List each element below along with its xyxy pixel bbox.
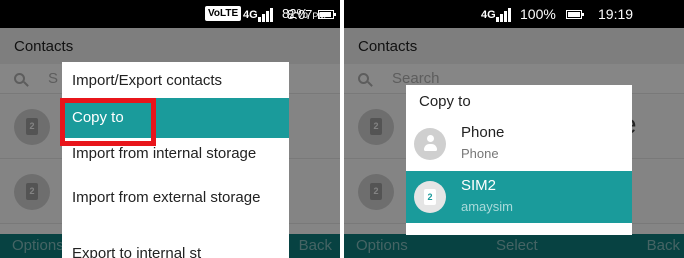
network-type: 4G: [243, 9, 258, 21]
import-export-menu: Import/Export contacts Copy to Import fr…: [62, 62, 289, 258]
network-type: 4G: [481, 9, 496, 21]
dialog-title: Copy to: [419, 93, 471, 110]
menu-item-import-external[interactable]: Import from external storage: [62, 189, 289, 207]
battery-icon: [566, 10, 584, 19]
signal-icon: [496, 8, 514, 22]
option-name: SIM2: [461, 177, 497, 194]
menu-item-import-internal[interactable]: Import from internal storage: [62, 145, 289, 163]
volte-badge: VoLTE: [205, 6, 242, 21]
clock: 19:19: [598, 6, 634, 22]
sim-card-icon: 2: [424, 189, 436, 205]
copy-to-dialog: Copy to Phone Phone 2 SIM2 amaysim: [406, 85, 632, 235]
option-subtitle: amaysim: [461, 199, 514, 214]
battery-percent: 100%: [520, 6, 556, 22]
option-sim2[interactable]: 2 SIM2 amaysim: [406, 171, 632, 223]
left-screen: VoLTE 4G 82% Contacts S 2 t 2 t Options …: [0, 0, 340, 258]
clock-suffix: PM: [312, 11, 326, 21]
highlight-annotation: [60, 98, 156, 146]
menu-title: Import/Export contacts: [72, 72, 223, 89]
option-subtitle: Phone: [461, 146, 499, 161]
option-avatar: [414, 128, 446, 160]
right-screen: 4G 100% 19:19 Contacts Search 2 e 2 Opti…: [344, 0, 684, 258]
option-avatar: 2: [414, 181, 446, 213]
menu-item-export-internal[interactable]: Export to internal st: [62, 245, 289, 258]
status-bar: 4G 100% 19:19: [344, 0, 684, 28]
clock-time: 8:07: [287, 7, 313, 22]
signal-icon: [258, 8, 276, 22]
option-phone[interactable]: Phone Phone: [406, 118, 632, 170]
clock: 8:07PM: [287, 7, 326, 22]
person-icon: [423, 135, 437, 153]
option-name: Phone: [461, 124, 505, 141]
